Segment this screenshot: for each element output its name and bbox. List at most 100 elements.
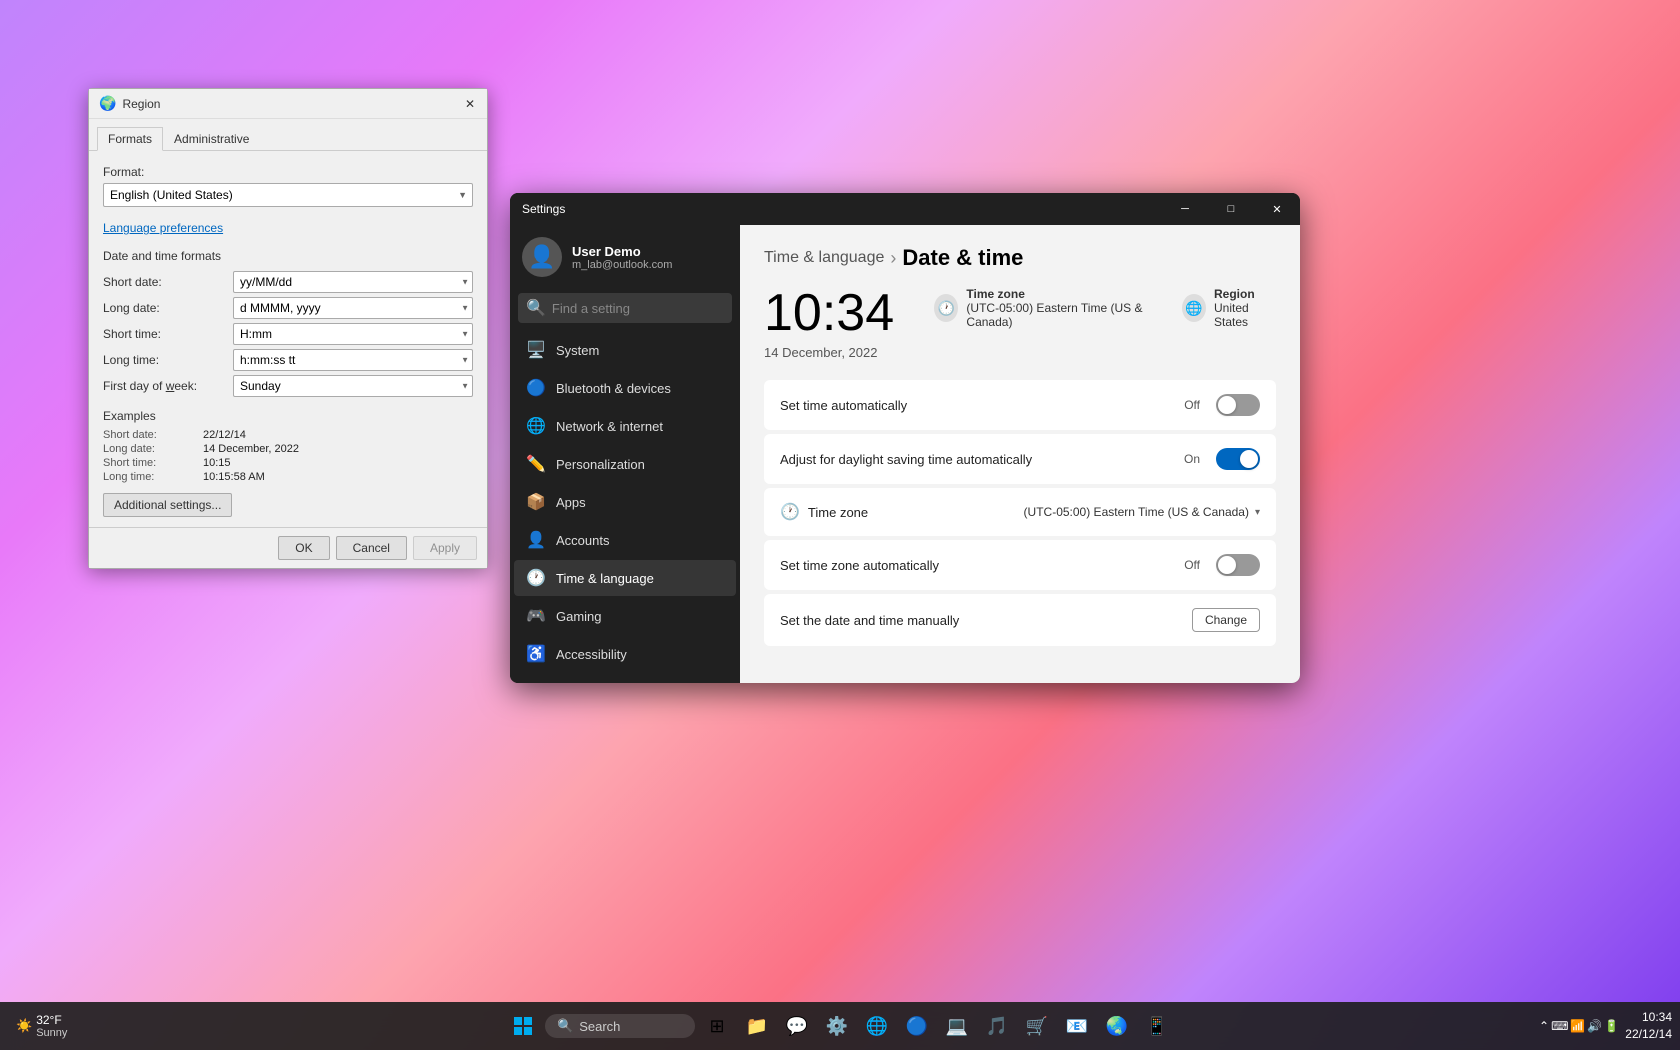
explorer-button[interactable]: 📁: [739, 1008, 775, 1044]
format-select[interactable]: English (United States): [103, 183, 473, 207]
settings-titlebar: Settings ─ □ ✕: [510, 193, 1300, 225]
auto-time-right: Off: [1184, 394, 1260, 416]
sidebar-item-system[interactable]: 🖥️ System: [514, 332, 736, 368]
cancel-button[interactable]: Cancel: [336, 536, 407, 560]
dst-toggle[interactable]: [1216, 448, 1260, 470]
taskbar-search[interactable]: 🔍 Search: [545, 1014, 695, 1038]
settings-taskbar-button[interactable]: ⚙️: [819, 1008, 855, 1044]
settings-sidebar: 👤 User Demo m_lab@outlook.com 🔍 🖥️ Syste…: [510, 225, 740, 683]
sidebar-item-label-accounts: Accounts: [556, 533, 609, 548]
sidebar-item-privacy[interactable]: 🔒 Privacy & security: [514, 674, 736, 683]
dst-toggle-label: On: [1184, 452, 1200, 466]
sidebar-item-bluetooth[interactable]: 🔵 Bluetooth & devices: [514, 370, 736, 406]
battery-icon[interactable]: 🔋: [1604, 1019, 1619, 1033]
change-button[interactable]: Change: [1192, 608, 1260, 632]
setting-row-auto-timezone: Set time zone automatically Off: [764, 540, 1276, 590]
sidebar-item-accessibility[interactable]: ♿ Accessibility: [514, 636, 736, 672]
auto-time-label: Set time automatically: [780, 398, 907, 413]
dialog-close-button[interactable]: ✕: [459, 93, 481, 115]
user-email: m_lab@outlook.com: [572, 259, 672, 271]
start-button[interactable]: [505, 1008, 541, 1044]
region-dialog: 🌍 Region ✕ Formats Administrative Format…: [88, 88, 488, 569]
setting-row-dst: Adjust for daylight saving time automati…: [764, 434, 1276, 484]
sidebar-item-accounts[interactable]: 👤 Accounts: [514, 522, 736, 558]
sidebar-item-apps[interactable]: 📦 Apps: [514, 484, 736, 520]
taskbar-right: ⌃ ⌨ 📶 🔊 🔋 10:34 22/12/14: [1539, 1002, 1672, 1050]
weather-icon: ☀️: [16, 1018, 32, 1034]
sidebar-item-time[interactable]: 🕐 Time & language: [514, 560, 736, 596]
sidebar-item-personalization[interactable]: ✏️ Personalization: [514, 446, 736, 482]
first-day-select[interactable]: Sunday: [233, 375, 473, 397]
minimize-button[interactable]: ─: [1162, 193, 1208, 225]
close-button[interactable]: ✕: [1254, 193, 1300, 225]
dialog-title: 🌍 Region: [99, 95, 160, 112]
setting-row-auto-time: Set time automatically Off: [764, 380, 1276, 430]
auto-timezone-label-text: Off: [1184, 558, 1200, 572]
short-date-row: Short date: yy/MM/dd: [103, 271, 473, 293]
long-time-select[interactable]: h:mm:ss tt: [233, 349, 473, 371]
taskbar-center: 🔍 Search ⊞ 📁 💬 ⚙️ 🌐 🔵 💻 🎵 🛒 📧 🌏 📱: [505, 1008, 1175, 1044]
teams-button[interactable]: 💬: [779, 1008, 815, 1044]
dst-knob: [1240, 450, 1258, 468]
ex-long-time-label: Long time:: [103, 471, 203, 483]
store-button[interactable]: 🛒: [1019, 1008, 1055, 1044]
long-date-select[interactable]: d MMMM, yyyy: [233, 297, 473, 319]
datetime-formats-group: Date and time formats Short date: yy/MM/…: [103, 249, 473, 397]
ex-long-date-value: 14 December, 2022: [203, 443, 299, 455]
terminal-button[interactable]: 💻: [939, 1008, 975, 1044]
region-icon: 🌍: [99, 95, 116, 112]
first-day-row: First day of week: Sunday: [103, 375, 473, 397]
settings-title: Settings: [522, 202, 565, 216]
info-cards: 🕐 Time zone (UTC-05:00) Eastern Time (US…: [934, 287, 1276, 329]
tab-formats[interactable]: Formats: [97, 127, 163, 151]
language-preferences-link[interactable]: Language preferences: [103, 221, 223, 235]
search-icon: 🔍: [526, 298, 546, 318]
ok-button[interactable]: OK: [278, 536, 329, 560]
taskbar-search-icon: 🔍: [557, 1018, 573, 1034]
edge-button[interactable]: 🌐: [859, 1008, 895, 1044]
sidebar-item-label-bluetooth: Bluetooth & devices: [556, 381, 671, 396]
auto-timezone-knob: [1218, 556, 1236, 574]
auto-time-toggle[interactable]: [1216, 394, 1260, 416]
taskview-button[interactable]: ⊞: [699, 1008, 735, 1044]
timezone-dropdown[interactable]: (UTC-05:00) Eastern Time (US & Canada) ▾: [1024, 505, 1260, 519]
region-card-icon: 🌐: [1182, 294, 1206, 322]
short-date-select-wrap: yy/MM/dd: [233, 271, 473, 293]
media-button[interactable]: 🎵: [979, 1008, 1015, 1044]
breadcrumb-parent[interactable]: Time & language: [764, 249, 884, 267]
tab-administrative[interactable]: Administrative: [163, 127, 260, 151]
network-icon: 🌐: [526, 416, 546, 436]
chrome-button[interactable]: 🔵: [899, 1008, 935, 1044]
sidebar-item-network[interactable]: 🌐 Network & internet: [514, 408, 736, 444]
volume-icon[interactable]: 🔊: [1587, 1019, 1602, 1033]
setting-row-manual-datetime: Set the date and time manually Change: [764, 594, 1276, 646]
example-short-time: Short time: 10:15: [103, 457, 473, 469]
short-time-label: Short time:: [103, 327, 233, 341]
taskbar-clock[interactable]: 10:34 22/12/14: [1625, 1009, 1672, 1043]
maximize-button[interactable]: □: [1208, 193, 1254, 225]
wifi-icon[interactable]: 📶: [1570, 1019, 1585, 1033]
region-card: 🌐 Region United States: [1182, 287, 1276, 329]
dst-right: On: [1184, 448, 1260, 470]
app-button[interactable]: 📱: [1139, 1008, 1175, 1044]
browser2-button[interactable]: 🌏: [1099, 1008, 1135, 1044]
dst-label: Adjust for daylight saving time automati…: [780, 452, 1032, 467]
apply-button[interactable]: Apply: [413, 536, 477, 560]
settings-search-box[interactable]: 🔍: [518, 293, 732, 323]
keyboard-icon[interactable]: ⌨: [1551, 1019, 1568, 1033]
dialog-titlebar: 🌍 Region ✕: [89, 89, 487, 119]
auto-timezone-toggle[interactable]: [1216, 554, 1260, 576]
settings-window: Settings ─ □ ✕ 👤 User Demo m_lab@outlook…: [510, 193, 1300, 683]
settings-search-input[interactable]: [552, 301, 724, 316]
sidebar-item-label-system: System: [556, 343, 599, 358]
user-profile[interactable]: 👤 User Demo m_lab@outlook.com: [510, 225, 740, 289]
weather-info: 32°F Sunny: [36, 1013, 67, 1039]
sidebar-item-gaming[interactable]: 🎮 Gaming: [514, 598, 736, 634]
chevron-up-icon[interactable]: ⌃: [1539, 1019, 1549, 1033]
short-date-select[interactable]: yy/MM/dd: [233, 271, 473, 293]
short-time-select[interactable]: H:mm: [233, 323, 473, 345]
first-day-label: First day of week:: [103, 379, 233, 393]
additional-settings-button[interactable]: Additional settings...: [103, 493, 232, 517]
weather-widget[interactable]: ☀️ 32°F Sunny: [8, 1009, 75, 1043]
mail-button[interactable]: 📧: [1059, 1008, 1095, 1044]
